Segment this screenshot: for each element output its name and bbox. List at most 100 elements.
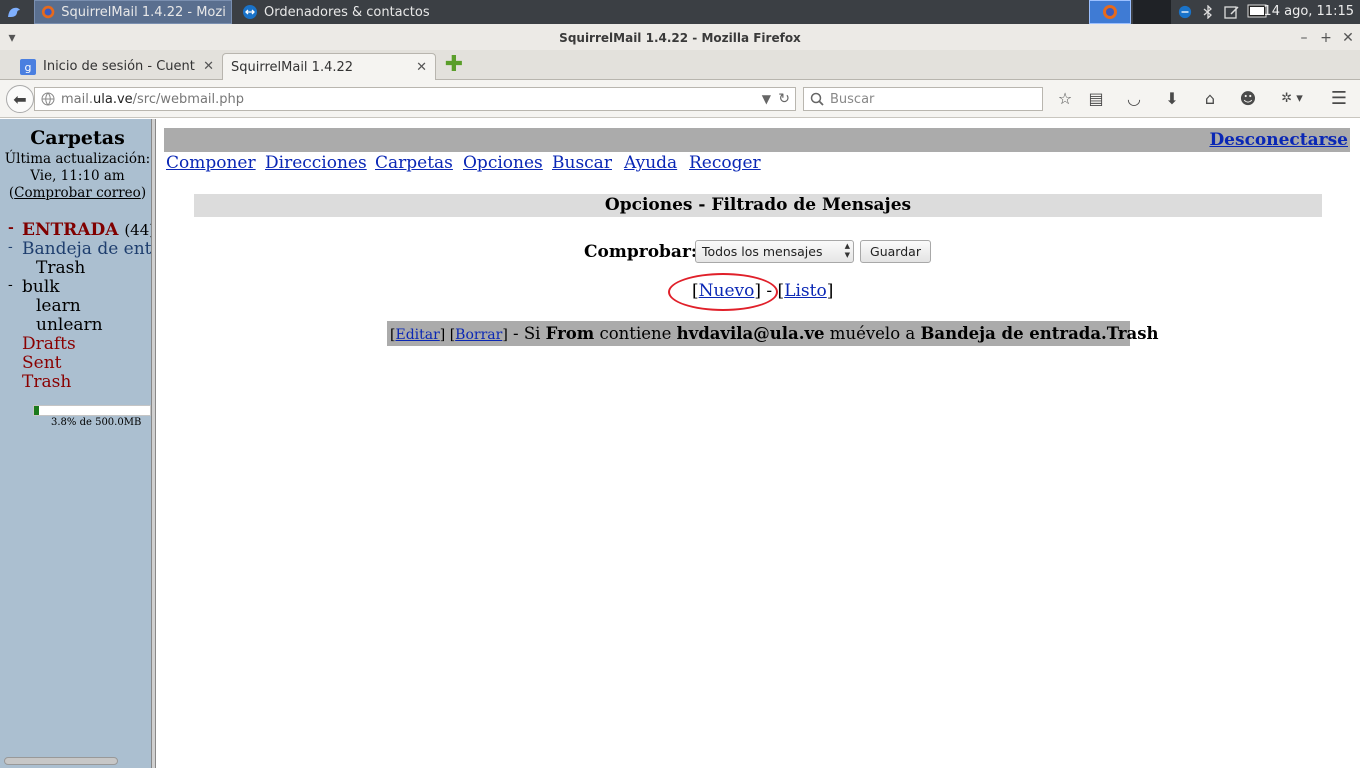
teamviewer-icon [243, 5, 257, 19]
horizontal-scrollbar[interactable] [4, 757, 118, 765]
downloads-icon[interactable]: ⬇ [1161, 89, 1183, 109]
menu-opciones[interactable]: Opciones [463, 153, 543, 173]
edit-rule-link[interactable]: Editar [395, 327, 439, 343]
last-update-time: Vie, 11:10 am [30, 168, 125, 184]
navigation-toolbar: ⬅ mail.ula.ve/src/webmail.php ▼ ↻ Buscar… [0, 80, 1360, 118]
close-window-icon[interactable]: ✕ [1338, 24, 1358, 52]
check-label: Comprobar: [584, 242, 698, 262]
filter-rule-row: [Editar] [Borrar] - Si From contiene hvd… [387, 321, 1159, 346]
quota-bar [33, 405, 151, 416]
menu-direcciones[interactable]: Direcciones [265, 153, 367, 173]
tab-google-login[interactable]: g Inicio de sesión - Cuent... ✕ [12, 53, 222, 80]
folder-bulk[interactable]: - bulk [8, 277, 60, 297]
menu-componer[interactable]: Componer [166, 153, 256, 173]
bookmark-star-icon[interactable]: ☆ [1054, 89, 1076, 109]
folder-label: Trash [36, 258, 86, 278]
tab-label: Inicio de sesión - Cuent... [43, 59, 197, 74]
select-arrows-icon: ▲ ▼ [844, 242, 850, 259]
search-input[interactable]: Buscar [803, 87, 1043, 111]
delete-rule-link[interactable]: Borrar [455, 327, 502, 343]
menu-buscar[interactable]: Buscar [552, 153, 612, 173]
home-icon[interactable]: ⌂ [1199, 89, 1221, 109]
desktop-taskbar: SquirrelMail 1.4.22 - Mozill... Ordenado… [0, 0, 1360, 24]
quota-text: 3.8% de 500.0MB [51, 417, 142, 428]
folder-drafts[interactable]: Drafts [22, 334, 76, 354]
folder-bandeja-trash[interactable]: Trash [36, 258, 85, 278]
new-tab-plus-icon[interactable]: ✚ [444, 54, 464, 76]
tray-empty-slot [1133, 0, 1171, 24]
unread-count: (44) [124, 221, 151, 239]
taskbar-task-firefox[interactable]: SquirrelMail 1.4.22 - Mozill... [34, 0, 232, 24]
save-button[interactable]: Guardar [860, 240, 931, 263]
main-content: Desconectarse Componer Direcciones Carpe… [156, 119, 1360, 768]
menu-recoger[interactable]: Recoger [689, 153, 761, 173]
minimize-icon[interactable]: – [1294, 24, 1314, 52]
folder-trash[interactable]: Trash [22, 372, 71, 392]
tab-bar: g Inicio de sesión - Cuent... ✕ Squirrel… [0, 50, 1360, 80]
search-icon [810, 92, 824, 106]
hamburger-menu-icon[interactable]: ☰ [1328, 89, 1350, 109]
url-dropdown-icon[interactable]: ▼ [762, 88, 771, 110]
window-menu-chevron-icon[interactable]: ▾ [2, 24, 22, 52]
folder-label: Trash [22, 372, 72, 392]
url-text: mail.ula.ve/src/webmail.php [61, 91, 245, 107]
rule-field: From [545, 324, 595, 343]
folder-label: bulk [22, 277, 60, 297]
taskbar-task-label: Ordenadores & contactos [264, 4, 430, 20]
url-bar[interactable]: mail.ula.ve/src/webmail.php ▼ ↻ [34, 87, 796, 111]
rule-value: hvdavila@ula.ve [676, 324, 825, 343]
check-mail-line: (Comprobar correo) [8, 185, 147, 201]
menu-carpetas[interactable]: Carpetas [375, 153, 453, 173]
rule-text-prefix: - Si [507, 324, 546, 343]
notes-icon[interactable] [1222, 0, 1242, 24]
folder-learn[interactable]: learn [36, 296, 81, 316]
svg-text:g: g [25, 61, 32, 74]
close-tab-icon[interactable]: ✕ [203, 59, 214, 74]
reload-icon[interactable]: ↻ [778, 88, 790, 110]
annotation-circle [668, 273, 778, 311]
folder-label: Bandeja de entr [22, 239, 151, 259]
back-arrow-icon[interactable]: ⬅ [6, 85, 34, 113]
maximize-icon[interactable]: + [1316, 24, 1336, 52]
top-bar: Desconectarse [164, 128, 1350, 152]
check-mail-link[interactable]: Comprobar correo [14, 185, 141, 201]
check-select-value: Todos los mensajes [702, 244, 823, 259]
window-title: SquirrelMail 1.4.22 - Mozilla Firefox [559, 31, 801, 45]
taskbar-task-contacts[interactable]: Ordenadores & contactos [236, 0, 446, 24]
window-titlebar: ▾ SquirrelMail 1.4.22 - Mozilla Firefox … [0, 24, 1360, 50]
bluetooth-icon[interactable] [1200, 0, 1216, 24]
done-link[interactable]: Listo [784, 281, 827, 301]
menu-ayuda[interactable]: Ayuda [624, 153, 677, 173]
folder-label: learn [36, 296, 81, 316]
extension-dropdown-icon[interactable]: ✲ ▾ [1272, 89, 1312, 109]
firefox-icon [41, 5, 55, 19]
last-update-label: Última actualización: [4, 151, 151, 167]
google-favicon-icon: g [20, 58, 36, 75]
folder-label: Drafts [22, 334, 76, 354]
folder-inbox[interactable]: -ENTRADA (44) [8, 220, 151, 240]
rule-contains: contiene [594, 324, 677, 343]
hello-chat-icon[interactable]: ☻ [1237, 89, 1259, 109]
quota-fill [34, 406, 39, 415]
folder-label: unlearn [36, 315, 103, 335]
folder-sent[interactable]: Sent [22, 353, 62, 373]
section-title: Opciones - Filtrado de Mensajes [194, 194, 1322, 217]
globe-icon [41, 92, 55, 106]
tab-squirrelmail[interactable]: SquirrelMail 1.4.22 ✕ [222, 53, 436, 80]
folders-title: Carpetas [30, 127, 125, 149]
app-menu-icon[interactable] [4, 0, 24, 24]
close-tab-icon[interactable]: ✕ [416, 60, 427, 75]
logout-link[interactable]: Desconectarse [1209, 130, 1348, 150]
folder-sidebar: Carpetas Última actualización: Vie, 11:1… [0, 119, 151, 768]
folder-label: Sent [22, 353, 62, 373]
search-placeholder: Buscar [830, 91, 875, 107]
tray-firefox-icon[interactable] [1089, 0, 1131, 24]
folder-bandeja[interactable]: - Bandeja de entr [8, 239, 151, 259]
folder-unlearn[interactable]: unlearn [36, 315, 103, 335]
check-select[interactable]: Todos los mensajes ▲ ▼ [695, 240, 854, 263]
pocket-icon[interactable]: ◡ [1123, 89, 1145, 109]
tray-teamviewer-icon[interactable] [1176, 0, 1194, 24]
reading-list-icon[interactable]: ▤ [1085, 89, 1107, 109]
rule-move: muévelo a [824, 324, 921, 343]
taskbar-clock: 14 ago, 11:15 [1263, 4, 1354, 19]
